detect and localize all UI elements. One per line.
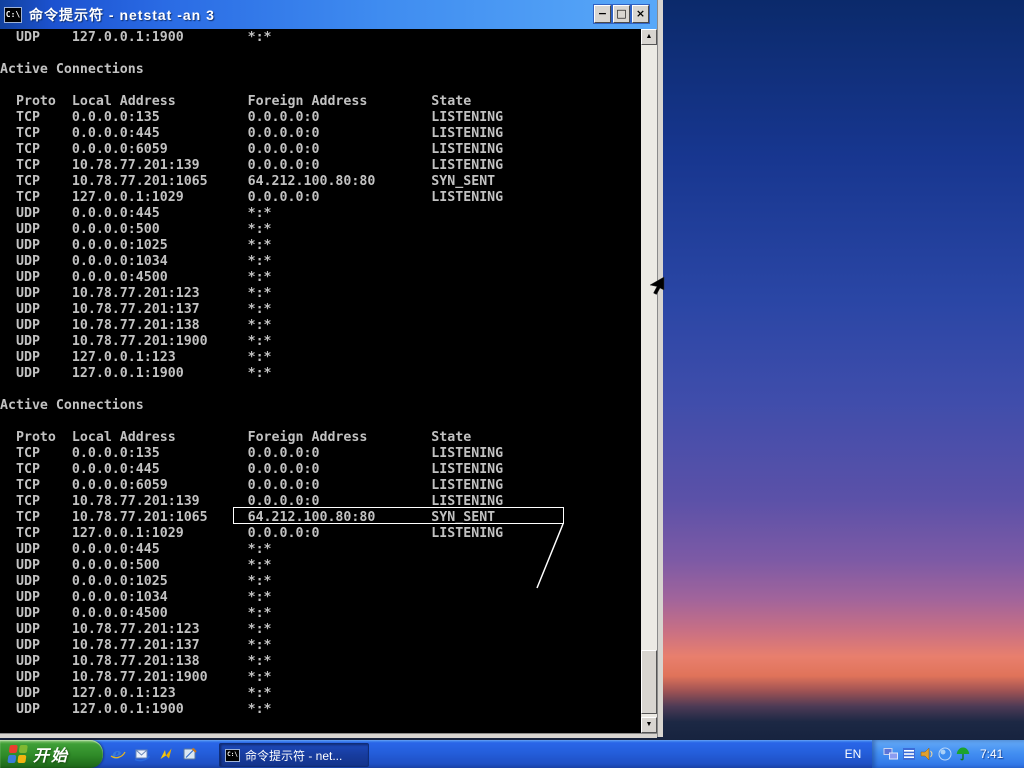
scroll-down-button[interactable]: ▼	[641, 717, 657, 733]
language-indicator[interactable]: EN	[836, 740, 870, 768]
console-output: UDP 127.0.0.1:1900 *:* Active Connection…	[0, 30, 504, 717]
quick-launch-bar: e	[110, 740, 198, 768]
taskbar: 开始 e C:\ 命令提示符 - net... EN 7:41	[0, 740, 1024, 768]
show-desktop-icon[interactable]	[182, 746, 198, 762]
start-button-label: 开始	[33, 748, 70, 765]
console-icon: C:\	[4, 6, 22, 23]
console-window: C:\ 命令提示符 - netstat -an 3 − □ × UDP 127.…	[0, 0, 663, 738]
window-right-border	[657, 0, 663, 737]
task-button-label: 命令提示符 - net...	[245, 748, 343, 763]
antivirus-umbrella-icon[interactable]	[955, 746, 971, 762]
scroll-thumb[interactable]	[641, 650, 657, 714]
scroll-up-button[interactable]: ▲	[641, 29, 657, 45]
windows-logo-icon	[7, 745, 28, 763]
messenger-icon[interactable]	[158, 746, 174, 762]
tray-clock[interactable]: 7:41	[980, 747, 1003, 761]
console-icon: C:\	[225, 748, 240, 762]
console-body: UDP 127.0.0.1:1900 *:* Active Connection…	[0, 29, 641, 733]
window-title: 命令提示符 - netstat -an 3	[29, 6, 215, 23]
window-title-bar[interactable]: C:\ 命令提示符 - netstat -an 3 − □ ×	[0, 0, 657, 29]
network-icon[interactable]	[883, 746, 899, 762]
window-bottom-border	[0, 733, 657, 738]
minimize-button[interactable]: −	[593, 4, 612, 24]
start-button[interactable]: 开始	[0, 740, 103, 768]
ime-icon[interactable]	[901, 746, 917, 762]
annotation-box	[233, 507, 564, 524]
svg-text:e: e	[112, 746, 122, 762]
task-button-command-prompt[interactable]: C:\ 命令提示符 - net...	[219, 743, 369, 767]
close-button[interactable]: ×	[631, 4, 650, 24]
vertical-scrollbar[interactable]: ▲ ▼	[641, 29, 657, 733]
window-controls: − □ ×	[592, 4, 650, 24]
maximize-button[interactable]: □	[612, 4, 631, 24]
system-tray: 7:41	[872, 740, 1024, 768]
mouse-cursor-icon	[649, 276, 665, 295]
internet-connection-icon[interactable]	[937, 746, 953, 762]
ie-icon[interactable]: e	[110, 746, 126, 762]
volume-icon[interactable]	[919, 746, 935, 762]
outlook-express-icon[interactable]	[134, 746, 150, 762]
